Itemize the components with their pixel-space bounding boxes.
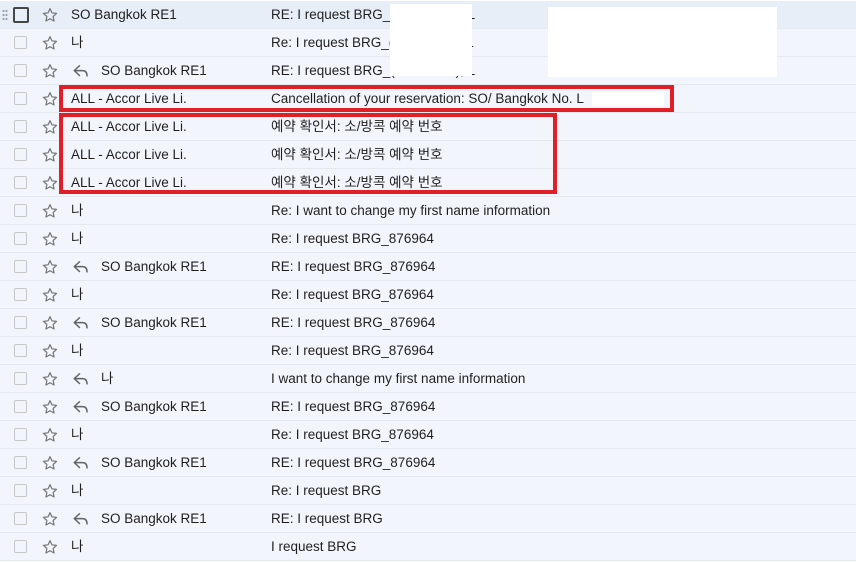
email-row[interactable]: 나 Re: I request BRG_876964 bbox=[0, 337, 856, 365]
sender-name: SO Bangkok RE1 bbox=[101, 63, 207, 78]
email-subject: Re: I want to change my first name infor… bbox=[271, 203, 551, 218]
email-subject: RE: I request BRG_876964 bbox=[271, 315, 436, 330]
email-subject: I want to change my first name informati… bbox=[271, 371, 526, 386]
email-subject: RE: I request BRG_876964 bbox=[271, 259, 436, 274]
reply-arrow-icon bbox=[72, 455, 90, 471]
checkbox-icon[interactable] bbox=[14, 288, 27, 301]
checkbox-icon[interactable] bbox=[14, 456, 27, 469]
star-outline-icon[interactable] bbox=[41, 62, 59, 80]
star-outline-icon[interactable] bbox=[41, 202, 59, 220]
sender-name: SO Bangkok RE1 bbox=[101, 315, 207, 330]
sender-name: 나 bbox=[71, 427, 84, 442]
checkbox-icon[interactable] bbox=[14, 428, 27, 441]
star-outline-icon[interactable] bbox=[41, 118, 59, 136]
checkbox-icon[interactable] bbox=[14, 64, 27, 77]
reply-arrow-icon bbox=[72, 371, 90, 387]
star-outline-icon[interactable] bbox=[41, 314, 59, 332]
star-outline-icon[interactable] bbox=[41, 510, 59, 528]
drag-handle-icon[interactable] bbox=[2, 9, 8, 21]
checkbox-icon[interactable] bbox=[14, 372, 27, 385]
sender-name: SO Bangkok RE1 bbox=[101, 455, 207, 470]
checkbox-icon[interactable] bbox=[14, 92, 27, 105]
checkbox-icon[interactable] bbox=[14, 120, 27, 133]
sender-name: SO Bangkok RE1 bbox=[101, 399, 207, 414]
star-outline-icon[interactable] bbox=[41, 230, 59, 248]
email-row[interactable]: SO Bangkok RE1 RE: I request BRG_876964 bbox=[0, 309, 856, 337]
star-outline-icon[interactable] bbox=[41, 482, 59, 500]
reply-arrow-icon bbox=[72, 259, 90, 275]
sender-name: 나 bbox=[71, 203, 84, 218]
checkbox-icon[interactable] bbox=[14, 232, 27, 245]
star-outline-icon[interactable] bbox=[41, 426, 59, 444]
email-subject: Re: I request BRG_876964 bbox=[271, 287, 434, 302]
sender-name: 나 bbox=[71, 35, 84, 50]
checkbox-icon[interactable] bbox=[14, 176, 27, 189]
sender-name: 나 bbox=[71, 539, 84, 554]
email-subject: Re: I request BRG bbox=[271, 483, 382, 498]
email-row[interactable]: 나 Re: I request BRG_876964 bbox=[0, 225, 856, 253]
star-outline-icon[interactable] bbox=[41, 454, 59, 472]
star-outline-icon[interactable] bbox=[41, 6, 59, 24]
email-row[interactable]: 나 I want to change my first name informat… bbox=[0, 365, 856, 393]
star-outline-icon[interactable] bbox=[41, 90, 59, 108]
checkbox-icon[interactable] bbox=[14, 204, 27, 217]
sender-name: SO Bangkok RE1 bbox=[71, 7, 177, 22]
checkbox-icon[interactable] bbox=[13, 7, 29, 23]
checkbox-icon[interactable] bbox=[14, 148, 27, 161]
reply-arrow-icon bbox=[72, 399, 90, 415]
email-row[interactable]: SO Bangkok RE1 RE: I request BRG_876964 bbox=[0, 393, 856, 421]
email-subject: Re: I request BRG_876964 bbox=[271, 231, 434, 246]
email-row[interactable]: 나 I request BRG bbox=[0, 533, 856, 561]
star-outline-icon[interactable] bbox=[41, 398, 59, 416]
star-outline-icon[interactable] bbox=[41, 286, 59, 304]
email-row[interactable]: 나 Re: I want to change my first name info… bbox=[0, 197, 856, 225]
email-row[interactable]: 나 Re: I request BRG_876964 bbox=[0, 421, 856, 449]
email-row[interactable]: SO Bangkok RE1 RE: I request BRG_876964 bbox=[0, 449, 856, 477]
reply-arrow-icon bbox=[72, 511, 90, 527]
checkbox-icon[interactable] bbox=[14, 36, 27, 49]
checkbox-icon[interactable] bbox=[14, 316, 27, 329]
checkbox-icon[interactable] bbox=[14, 484, 27, 497]
sender-name: 나 bbox=[71, 483, 84, 498]
star-outline-icon[interactable] bbox=[41, 538, 59, 556]
sender-name: 나 bbox=[71, 343, 84, 358]
email-subject: RE: I request BRG_876964 bbox=[271, 455, 436, 470]
email-subject: RE: I request BRG_876964 bbox=[271, 399, 436, 414]
sender-name: SO Bangkok RE1 bbox=[101, 259, 207, 274]
checkbox-icon[interactable] bbox=[14, 344, 27, 357]
email-subject: RE: I request BRG bbox=[271, 511, 383, 526]
redaction-block bbox=[548, 7, 777, 77]
sender-name: 나 bbox=[71, 287, 84, 302]
checkbox-icon[interactable] bbox=[14, 260, 27, 273]
sender-name: 나 bbox=[101, 371, 114, 386]
sender-name: 나 bbox=[71, 231, 84, 246]
email-subject: Re: I request BRG_876964 bbox=[271, 427, 434, 442]
highlight-box bbox=[59, 85, 674, 112]
email-row[interactable]: SO Bangkok RE1 RE: I request BRG bbox=[0, 505, 856, 533]
star-outline-icon[interactable] bbox=[41, 34, 59, 52]
email-row[interactable]: SO Bangkok RE1 RE: I request BRG_876964 bbox=[0, 253, 856, 281]
email-subject: Re: I request BRG_876964 bbox=[271, 343, 434, 358]
email-subject: I request BRG bbox=[271, 539, 357, 554]
reply-arrow-icon bbox=[72, 63, 90, 79]
sender-name: SO Bangkok RE1 bbox=[101, 511, 207, 526]
reply-arrow-icon bbox=[72, 315, 90, 331]
checkbox-icon[interactable] bbox=[14, 512, 27, 525]
star-outline-icon[interactable] bbox=[41, 258, 59, 276]
email-row[interactable]: 나 Re: I request BRG_876964 bbox=[0, 281, 856, 309]
star-outline-icon[interactable] bbox=[41, 146, 59, 164]
checkbox-icon[interactable] bbox=[14, 400, 27, 413]
redaction-block bbox=[390, 4, 472, 76]
star-outline-icon[interactable] bbox=[41, 370, 59, 388]
email-row[interactable]: 나 Re: I request BRG bbox=[0, 477, 856, 505]
highlight-box bbox=[59, 113, 557, 194]
checkbox-icon[interactable] bbox=[14, 540, 27, 553]
star-outline-icon[interactable] bbox=[41, 174, 59, 192]
star-outline-icon[interactable] bbox=[41, 342, 59, 360]
